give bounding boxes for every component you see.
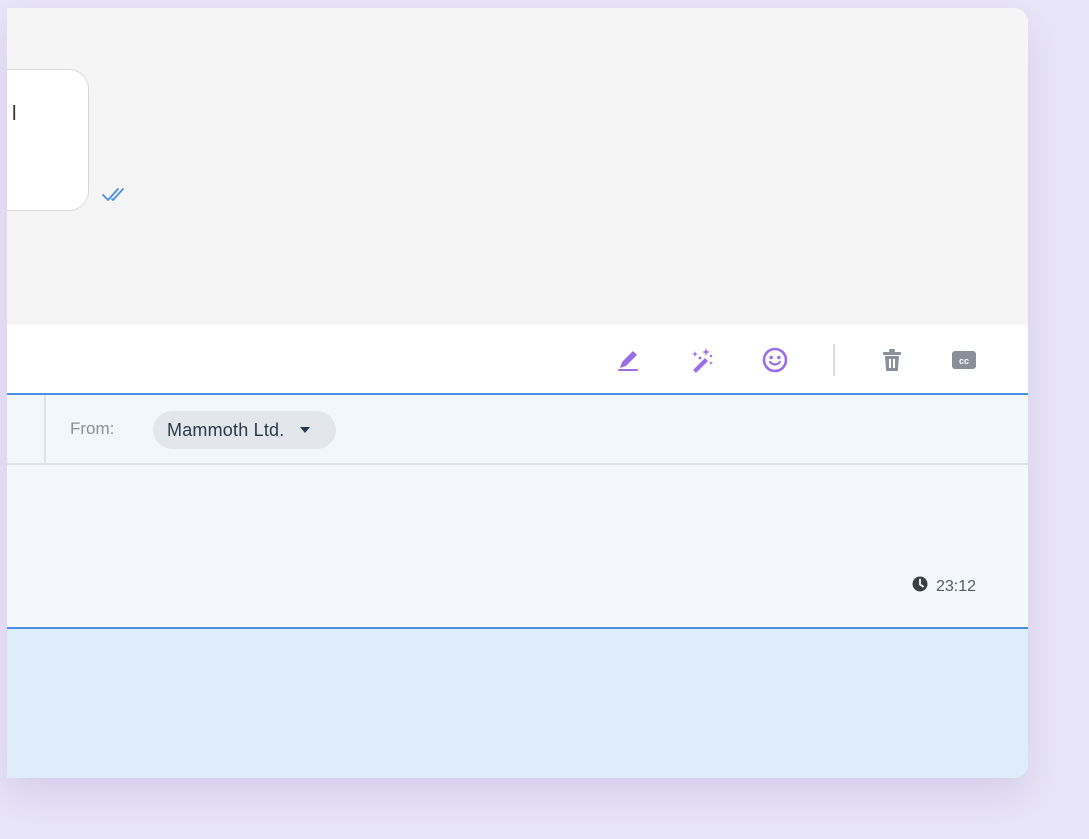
message-bubble: l bbox=[7, 69, 89, 211]
message-thread: l bbox=[7, 8, 1028, 325]
from-row: From: Mammoth Ltd. bbox=[7, 395, 1028, 465]
cc-label: cc bbox=[959, 356, 969, 366]
message-compose-area[interactable]: 23:12 bbox=[7, 465, 1028, 629]
chat-panel: l cc From: Mammoth Ltd. 23:12 bbox=[7, 8, 1028, 778]
from-label: From: bbox=[70, 419, 115, 438]
double-check-icon bbox=[101, 186, 131, 204]
trash-icon[interactable] bbox=[877, 345, 907, 375]
composer-footer bbox=[7, 629, 1028, 778]
chevron-down-icon bbox=[300, 427, 311, 433]
message-text: l bbox=[12, 103, 17, 125]
compose-timestamp: 23:12 bbox=[912, 576, 976, 597]
from-divider bbox=[44, 395, 46, 463]
from-sender-value: Mammoth Ltd. bbox=[167, 419, 285, 440]
emoji-icon[interactable] bbox=[760, 345, 790, 375]
toolbar-separator bbox=[833, 344, 835, 376]
clock-icon bbox=[912, 576, 928, 597]
from-sender-dropdown[interactable]: Mammoth Ltd. bbox=[153, 411, 337, 449]
cc-icon[interactable]: cc bbox=[949, 345, 979, 375]
pen-icon[interactable] bbox=[613, 345, 643, 375]
magic-wand-icon[interactable] bbox=[686, 345, 716, 375]
timestamp-text: 23:12 bbox=[936, 577, 977, 595]
composer-toolbar: cc bbox=[7, 325, 1028, 395]
